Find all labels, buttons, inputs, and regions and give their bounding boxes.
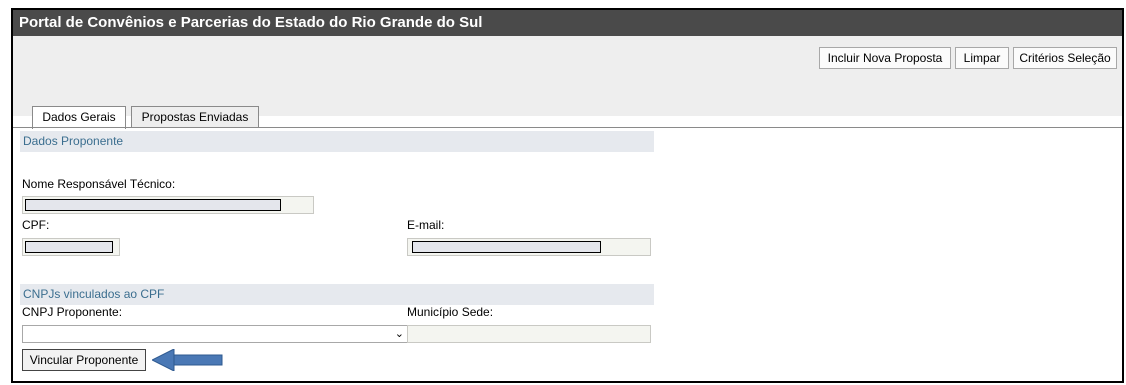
responsavel-label: Nome Responsável Técnico: [22, 177, 176, 191]
arrow-left-icon [152, 349, 223, 371]
portal-window: Portal de Convênios e Parcerias do Estad… [11, 8, 1124, 383]
redaction-bar [412, 241, 601, 253]
toolbar: Incluir Nova Proposta Limpar Critérios S… [13, 36, 1122, 116]
limpar-button[interactable]: Limpar [955, 47, 1009, 69]
redaction-bar [25, 241, 113, 253]
window-title: Portal de Convênios e Parcerias do Estad… [13, 10, 1122, 36]
redaction-bar [25, 199, 281, 211]
tab-divider [13, 127, 1122, 128]
chevron-down-icon: ⌄ [394, 328, 404, 340]
tab-propostas-enviadas[interactable]: Propostas Enviadas [131, 106, 259, 128]
cpf-label: CPF: [22, 218, 50, 232]
cnpj-proponente-select[interactable]: ⌄ [22, 325, 408, 343]
tab-bar: Dados Gerais Propostas Enviadas [13, 106, 1122, 129]
municipio-sede-label: Município Sede: [407, 305, 494, 319]
municipio-sede-field[interactable] [407, 325, 651, 343]
responsavel-field[interactable] [22, 196, 314, 214]
email-field[interactable] [407, 238, 651, 256]
incluir-nova-proposta-button[interactable]: Incluir Nova Proposta [819, 47, 951, 69]
vincular-proponente-button[interactable]: Vincular Proponente [22, 349, 146, 371]
cnpj-proponente-label: CNPJ Proponente: [22, 305, 123, 319]
section-cnpjs-vinculados: CNPJs vinculados ao CPF [20, 284, 654, 305]
cpf-field[interactable] [22, 238, 120, 256]
tab-dados-gerais[interactable]: Dados Gerais [32, 106, 126, 129]
section-dados-proponente: Dados Proponente [20, 131, 654, 152]
criterios-selecao-button[interactable]: Critérios Seleção [1013, 47, 1117, 69]
email-label: E-mail: [407, 218, 445, 232]
